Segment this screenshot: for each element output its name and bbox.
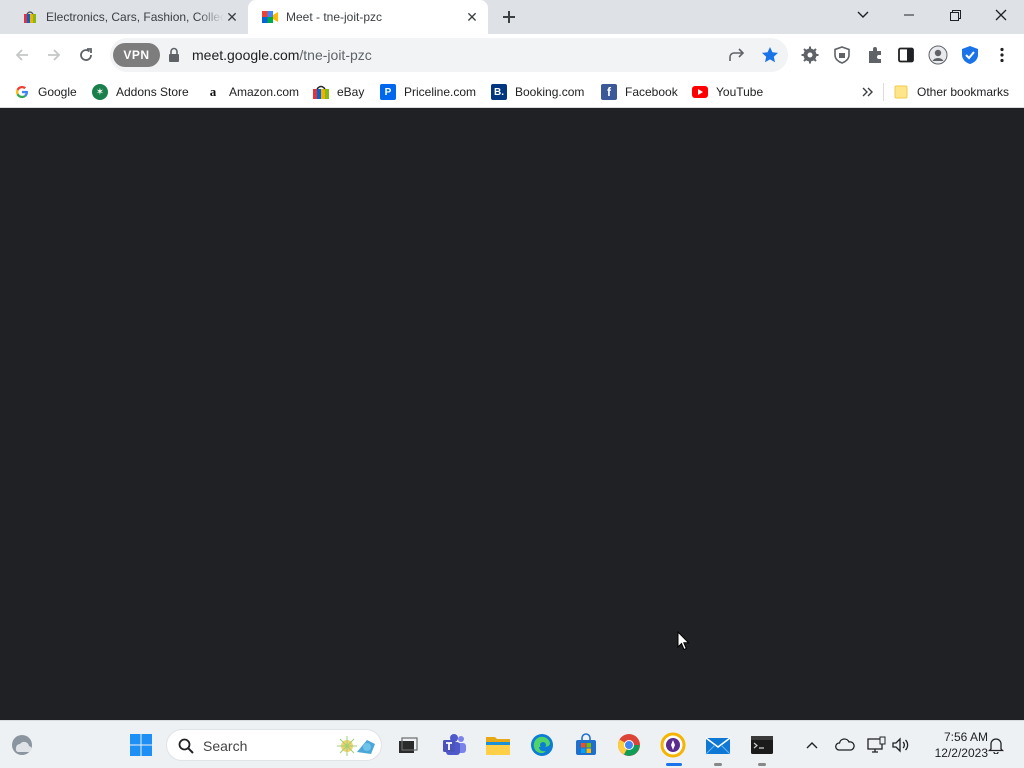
close-tab-icon[interactable]: ✕ bbox=[224, 9, 240, 25]
search-highlight-icon bbox=[337, 734, 377, 763]
other-bookmarks-label: Other bookmarks bbox=[917, 85, 1010, 99]
clock-date: 12/2/2023 bbox=[934, 746, 988, 760]
clock-time: 7:56 AM bbox=[943, 730, 988, 744]
tab-strip: Electronics, Cars, Fashion, Collectibles… bbox=[0, 0, 1024, 34]
bookmark-label: Facebook bbox=[625, 85, 678, 99]
shield-extension-icon[interactable] bbox=[831, 44, 853, 66]
side-panel-icon[interactable] bbox=[895, 44, 917, 66]
windows-start-icon[interactable] bbox=[127, 731, 155, 759]
share-icon[interactable] bbox=[727, 45, 747, 65]
url-path: /tne-joit-pzc bbox=[299, 47, 372, 63]
restore-icon[interactable] bbox=[932, 0, 978, 30]
bookmark-label: Addons Store bbox=[116, 85, 189, 99]
folder-icon bbox=[893, 84, 909, 100]
profile-avatar-icon[interactable] bbox=[927, 44, 949, 66]
youtube-icon bbox=[692, 84, 708, 100]
minimize-icon[interactable] bbox=[886, 0, 932, 30]
search-icon bbox=[178, 738, 194, 759]
addons-store-icon: ✶ bbox=[92, 84, 108, 100]
bookmark-star-icon[interactable] bbox=[760, 45, 780, 65]
bookmarks-divider bbox=[883, 83, 884, 101]
tab-ebay[interactable]: Electronics, Cars, Fashion, Collectibles… bbox=[8, 0, 248, 34]
mail-icon[interactable] bbox=[704, 731, 732, 759]
booking-icon: B. bbox=[491, 84, 507, 100]
extensions-puzzle-icon[interactable] bbox=[864, 44, 886, 66]
forward-icon[interactable] bbox=[41, 42, 67, 68]
chrome-menu-icon[interactable] bbox=[991, 44, 1013, 66]
file-explorer-icon[interactable] bbox=[484, 731, 512, 759]
browser-toolbar: VPN meet.google.com/tne-joit-pzc bbox=[0, 34, 1024, 76]
bookmark-label: YouTube bbox=[716, 85, 764, 99]
teams-icon[interactable] bbox=[441, 731, 469, 759]
bookmark-label: Amazon.com bbox=[229, 85, 300, 99]
google-icon bbox=[14, 84, 30, 100]
bookmark-addons-store[interactable]: ✶ Addons Store bbox=[92, 82, 189, 102]
notification-bell-icon[interactable] bbox=[986, 735, 1006, 755]
extension-gear-icon[interactable] bbox=[799, 44, 821, 66]
bookmark-ebay[interactable]: eBay bbox=[313, 82, 364, 102]
bookmarks-bar: Google ✶ Addons Store a Amazon.com eBay … bbox=[0, 76, 1024, 108]
other-bookmarks[interactable]: Other bookmarks bbox=[893, 82, 1009, 102]
ebay-icon bbox=[313, 84, 329, 100]
tab-title: Electronics, Cars, Fashion, Collectibles… bbox=[46, 10, 224, 24]
bookmark-google[interactable]: Google bbox=[14, 82, 77, 102]
back-icon[interactable] bbox=[9, 42, 35, 68]
terminal-icon[interactable] bbox=[748, 731, 776, 759]
terminal-running-indicator bbox=[758, 763, 766, 766]
task-view-icon[interactable] bbox=[394, 731, 422, 759]
windows-taskbar: Search 7:56 AM 12/2/2023 bbox=[0, 720, 1024, 768]
vpn-label: VPN bbox=[123, 48, 150, 62]
volume-icon[interactable] bbox=[891, 735, 911, 755]
microsoft-store-icon[interactable] bbox=[572, 731, 600, 759]
ebay-favicon-icon bbox=[22, 9, 38, 25]
onedrive-cloud-icon[interactable] bbox=[835, 735, 855, 755]
bookmark-youtube[interactable]: YouTube bbox=[692, 82, 763, 102]
bookmark-label: eBay bbox=[337, 85, 365, 99]
address-bar[interactable]: VPN meet.google.com/tne-joit-pzc bbox=[110, 38, 788, 72]
edge-browser-icon[interactable] bbox=[528, 731, 556, 759]
new-tab-button[interactable] bbox=[498, 6, 520, 28]
tab-title: Meet - tne-joit-pzc bbox=[286, 10, 383, 24]
network-icon[interactable] bbox=[866, 735, 886, 755]
lock-icon[interactable] bbox=[168, 47, 180, 63]
show-hidden-icons-chevron-icon[interactable] bbox=[802, 735, 822, 755]
bookmarks-overflow-chevron-icon[interactable] bbox=[862, 82, 874, 102]
bookmark-label: Google bbox=[38, 85, 77, 99]
weather-widget-icon[interactable] bbox=[8, 731, 36, 759]
chrome-icon[interactable] bbox=[615, 731, 643, 759]
taskbar-search-box[interactable]: Search bbox=[166, 729, 382, 761]
bookmark-amazon[interactable]: a Amazon.com bbox=[205, 82, 299, 102]
active-app-icon[interactable] bbox=[659, 731, 687, 759]
bookmark-priceline[interactable]: P Priceline.com bbox=[380, 82, 476, 102]
facebook-icon: f bbox=[601, 84, 617, 100]
mail-running-indicator bbox=[714, 763, 722, 766]
close-window-icon[interactable] bbox=[978, 0, 1024, 30]
tab-meet[interactable]: Meet - tne-joit-pzc ✕ bbox=[248, 0, 488, 34]
bookmark-facebook[interactable]: f Facebook bbox=[601, 82, 678, 102]
url-host: meet.google.com bbox=[192, 47, 300, 63]
priceline-icon: P bbox=[380, 84, 396, 100]
tab-search-chevron-icon[interactable] bbox=[840, 0, 886, 30]
bookmark-booking[interactable]: B. Booking.com bbox=[491, 82, 584, 102]
taskbar-clock[interactable]: 7:56 AM 12/2/2023 bbox=[918, 729, 988, 761]
amazon-icon: a bbox=[209, 84, 217, 99]
search-label: Search bbox=[203, 738, 248, 754]
meet-page-content[interactable] bbox=[0, 109, 1024, 720]
google-meet-icon bbox=[262, 9, 278, 25]
url-text[interactable]: meet.google.com/tne-joit-pzc bbox=[192, 47, 372, 63]
reload-icon[interactable] bbox=[73, 42, 99, 68]
mouse-pointer-icon bbox=[677, 630, 691, 656]
close-tab-icon[interactable]: ✕ bbox=[464, 9, 480, 25]
vpn-badge[interactable]: VPN bbox=[113, 43, 160, 67]
bookmark-label: Booking.com bbox=[515, 85, 585, 99]
security-shield-icon[interactable] bbox=[959, 44, 981, 66]
bookmark-label: Priceline.com bbox=[404, 85, 477, 99]
active-app-indicator bbox=[666, 763, 682, 766]
